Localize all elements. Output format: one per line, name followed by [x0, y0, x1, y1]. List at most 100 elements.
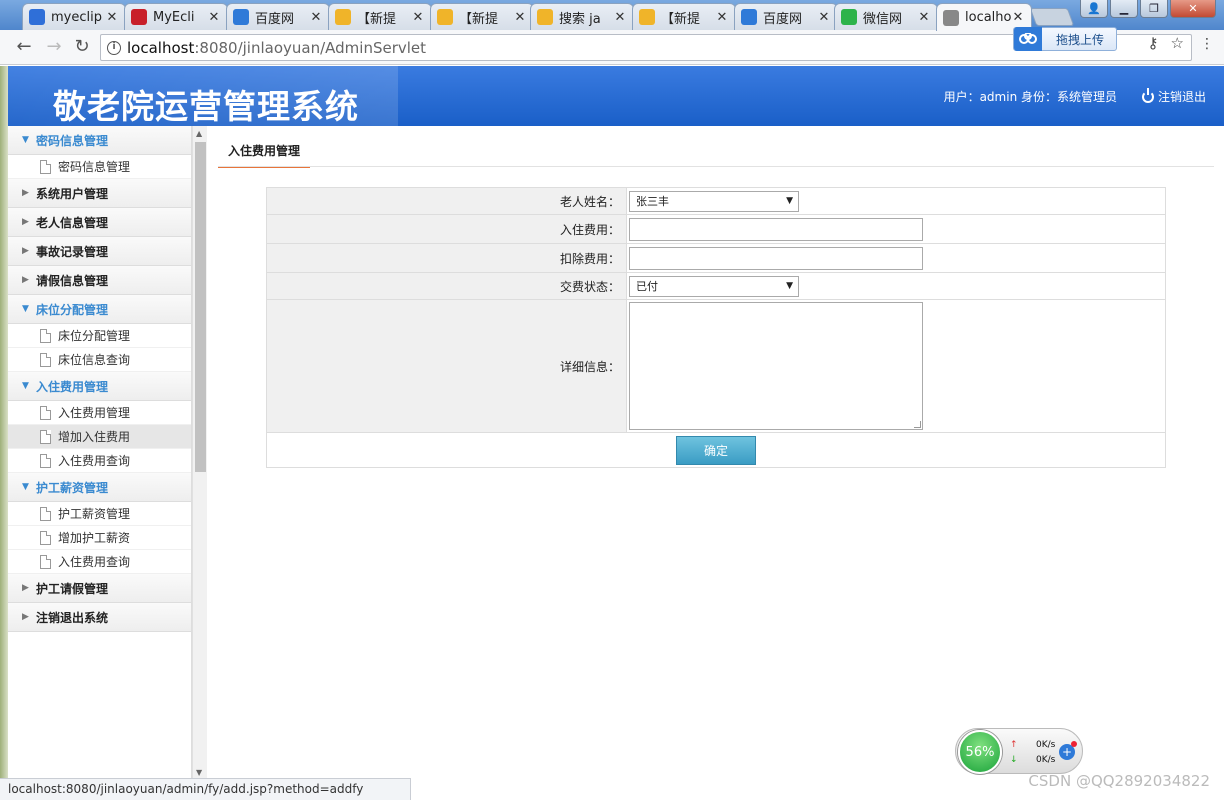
key-icon[interactable]: ⚷ [1148, 34, 1159, 52]
close-window-button[interactable]: ✕ [1170, 0, 1216, 18]
caret-right-icon: ▶ [22, 275, 29, 285]
sidebar-item[interactable]: 增加护工薪资 [8, 526, 191, 550]
browser-tab[interactable]: MyEcli ✕ [124, 3, 228, 30]
browser-tab[interactable]: 百度网 ✕ [734, 3, 838, 30]
sidebar-group[interactable]: ▼ 密码信息管理 [8, 126, 191, 155]
sidebar-item-label: 增加入住费用 [58, 430, 131, 444]
sidebar-group[interactable]: ▼ 入住费用管理 [8, 372, 191, 401]
baidu-cloud-icon [1014, 27, 1042, 51]
sidebar-group[interactable]: ▶ 请假信息管理 [8, 266, 191, 295]
forward-button[interactable]: → [42, 36, 66, 58]
scrollbar-thumb[interactable] [195, 142, 206, 472]
deduct-input[interactable] [629, 246, 923, 270]
upload-arrow-icon: ↑ [1010, 740, 1018, 750]
document-icon [40, 328, 51, 343]
reload-button[interactable]: ↻ [70, 36, 94, 58]
close-tab-icon[interactable]: ✕ [105, 10, 119, 25]
browser-tab[interactable]: 【新提 ✕ [328, 3, 432, 30]
close-tab-icon[interactable]: ✕ [917, 10, 931, 25]
browser-tab[interactable]: 百度网 ✕ [226, 3, 330, 30]
baidu-paw-icon [29, 9, 45, 25]
sidebar-item-label: 护工薪资管理 [58, 507, 131, 521]
submit-button[interactable]: 确定 [676, 435, 756, 465]
scroll-down-icon[interactable]: ▼ [196, 768, 202, 777]
close-tab-icon[interactable]: ✕ [207, 10, 221, 25]
elder-name-value: 张三丰 [636, 195, 669, 208]
tab-fee-management[interactable]: 入住费用管理 [218, 138, 311, 168]
payment-status-value: 已付 [636, 280, 658, 293]
deduct-cell [626, 243, 1166, 273]
payment-status-select[interactable]: 已付 ▼ [629, 275, 799, 297]
browser-tab-label: localho [965, 10, 1011, 25]
sidebar-group[interactable]: ▶ 护工请假管理 [8, 574, 191, 603]
sidebar-group[interactable]: ▶ 事故记录管理 [8, 237, 191, 266]
new-tab-button[interactable] [1029, 8, 1075, 26]
elder-name-select[interactable]: 张三丰 ▼ [629, 190, 799, 212]
close-tab-icon[interactable]: ✕ [715, 10, 729, 25]
sidebar-item-label: 入住费用查询 [58, 555, 131, 569]
sidebar-item-label: 入住费用管理 [58, 406, 131, 420]
sidebar-group-label: 请假信息管理 [36, 273, 109, 288]
dropdown-arrow-icon: ▼ [786, 196, 793, 206]
caret-right-icon: ▶ [22, 217, 29, 227]
browser-tab[interactable]: 【新提 ✕ [632, 3, 736, 30]
memory-gauge[interactable]: 56% [958, 730, 1002, 774]
close-tab-icon[interactable]: ✕ [817, 10, 831, 25]
sidebar-group-label: 护工薪资管理 [36, 480, 109, 495]
sidebar-item[interactable]: 入住费用查询 [8, 550, 191, 574]
sidebar-group[interactable]: ▼ 床位分配管理 [8, 295, 191, 324]
minimize-button[interactable]: ▁ [1110, 0, 1138, 18]
sidebar-item[interactable]: 增加入住费用 [8, 425, 191, 449]
scroll-up-icon[interactable]: ▲ [196, 129, 202, 138]
sidebar-group-label: 床位分配管理 [36, 302, 109, 317]
caret-down-icon: ▼ [22, 381, 29, 391]
browser-tab-label: 【新提 [357, 11, 397, 27]
desktop-edge [0, 66, 8, 800]
detail-textarea[interactable] [629, 302, 923, 430]
network-speed-widget[interactable]: 56% ↑ 0K/s ↓ 0K/s + [955, 728, 1083, 774]
caret-down-icon: ▼ [22, 482, 29, 492]
sidebar-item[interactable]: 床位信息查询 [8, 348, 191, 372]
sidebar-group[interactable]: ▶ 注销退出系统 [8, 603, 191, 632]
sidebar-group[interactable]: ▼ 护工薪资管理 [8, 473, 191, 502]
back-button[interactable]: ← [12, 36, 36, 58]
widget-add-icon[interactable]: + [1059, 741, 1077, 760]
caret-right-icon: ▶ [22, 246, 29, 256]
sidebar-group[interactable]: ▶ 老人信息管理 [8, 208, 191, 237]
elder-name-cell: 张三丰 ▼ [626, 187, 1166, 215]
upload-speed: ↑ 0K/s [1010, 740, 1055, 750]
sidebar-item[interactable]: 密码信息管理 [8, 155, 191, 179]
info-icon[interactable]: i [107, 40, 121, 55]
sidebar-item[interactable]: 入住费用管理 [8, 401, 191, 425]
sidebar-group-label: 系统用户管理 [36, 186, 109, 201]
sidebar-item[interactable]: 护工薪资管理 [8, 502, 191, 526]
sidebar-item[interactable]: 床位分配管理 [8, 324, 191, 348]
elder-name-label: 老人姓名： [266, 187, 627, 215]
logout-link[interactable]: 注销退出 [1141, 87, 1206, 105]
maximize-button[interactable]: ❐ [1140, 0, 1168, 18]
url-host: localhost [127, 38, 195, 57]
fee-cell [626, 214, 1166, 244]
bookmark-star-icon[interactable]: ☆ [1171, 34, 1184, 52]
close-tab-icon[interactable]: ✕ [309, 10, 323, 25]
browser-tab[interactable]: 微信网 ✕ [834, 3, 938, 30]
submit-cell: 确定 [266, 432, 1166, 468]
close-tab-icon[interactable]: ✕ [411, 10, 425, 25]
sidebar-item[interactable]: 入住费用查询 [8, 449, 191, 473]
browser-tab[interactable]: myeclip ✕ [22, 3, 126, 30]
sidebar-scrollbar[interactable]: ▲ ▼ [192, 126, 207, 778]
close-tab-icon[interactable]: ✕ [613, 10, 627, 25]
drag-upload-button[interactable]: 拖拽上传 [1013, 27, 1117, 51]
sidebar-group-label: 事故记录管理 [36, 244, 109, 259]
profile-button[interactable]: 👤 [1080, 0, 1108, 18]
close-tab-icon[interactable]: ✕ [513, 10, 527, 25]
browser-tab[interactable]: 搜索 ja ✕ [530, 3, 634, 30]
fee-input[interactable] [629, 217, 923, 241]
user-info: 用户：admin 身份：系统管理员 [943, 90, 1117, 104]
reload-icon: ↻ [74, 36, 90, 57]
close-tab-icon[interactable]: ✕ [1011, 10, 1025, 25]
browser-tab[interactable]: 【新提 ✕ [430, 3, 534, 30]
status-bar-url: localhost:8080/jinlaoyuan/admin/fy/add.j… [0, 778, 411, 800]
menu-icon[interactable]: ⋮ [1200, 36, 1214, 52]
sidebar-group[interactable]: ▶ 系统用户管理 [8, 179, 191, 208]
